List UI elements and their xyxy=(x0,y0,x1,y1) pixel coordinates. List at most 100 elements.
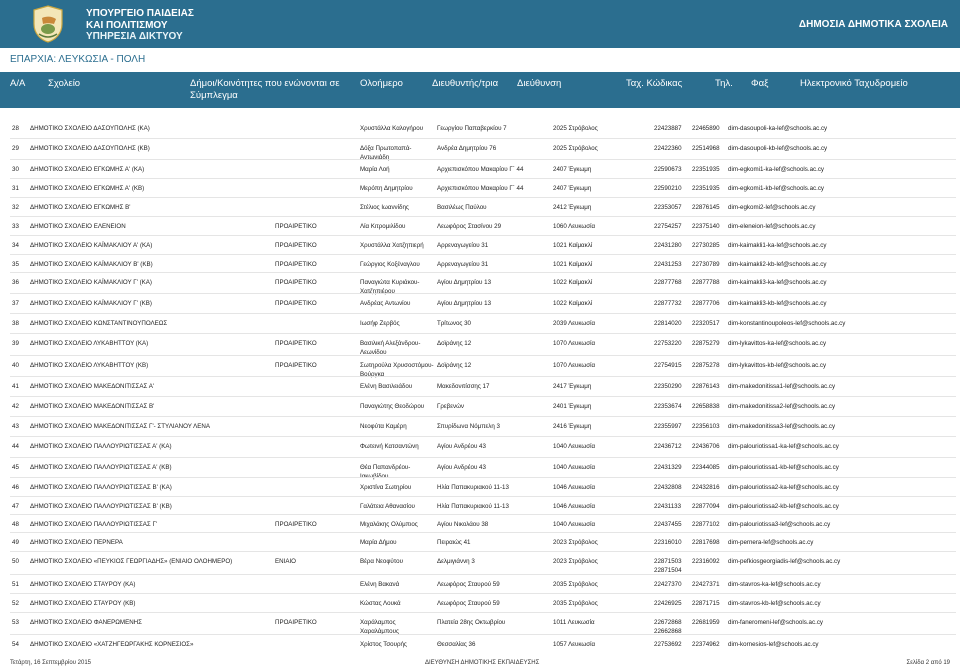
cell-principal: Γαλάτεια Αθανασίου xyxy=(360,503,415,510)
cell-school: ΔΗΜΟΤΙΚΟ ΣΧΟΛΕΙΟ ΚΑΪΜΑΚΛΙΟΥ Α' (ΚΑ) xyxy=(30,242,153,249)
cell-aa: 39 xyxy=(12,340,19,347)
cell-email[interactable]: dim-faneromeni-lef@schools.ac.cy xyxy=(728,618,823,627)
cell-aa: 48 xyxy=(12,521,19,528)
cell-phone: 22422360 xyxy=(654,145,682,152)
cell-email[interactable]: dim-kaimakli3-kb-lef@schools.ac.cy xyxy=(728,299,826,308)
cell-address: Αρρεναγωγείου 31 xyxy=(437,261,489,268)
cell-fax: 22877094 xyxy=(692,503,720,510)
cell-principal: Νεοφύτα Καμέρη xyxy=(360,423,407,430)
cell-full-day: ΠΡΟΑΙΡΕΤΙΚΟ xyxy=(275,223,317,230)
cell-email[interactable]: dim-kaimakli3-ka-lef@schools.ac.cy xyxy=(728,278,826,287)
cell-address: Αγίου Δημητρίου 13 xyxy=(437,300,492,307)
row-divider xyxy=(10,293,956,294)
cell-email[interactable]: dim-pernera-lef@schools.ac.cy xyxy=(728,538,813,547)
cell-address: Γεωργίου Παπαβερκίου 7 xyxy=(437,125,507,132)
cell-fax: 22730285 xyxy=(692,242,720,249)
service-name: ΥΠΗΡΕΣΙΑ ΔΙΚΤΥΟΥ xyxy=(86,31,183,42)
cell-school: ΔΗΜΟΤΙΚΟ ΣΧΟΛΕΙΟ ΠΑΛΛΟΥΡΙΩΤΙΣΣΑΣ Β' (ΚΑ) xyxy=(30,484,172,491)
cell-postcode: 1040 Λευκωσία xyxy=(553,443,596,450)
cell-school: ΔΗΜΟΤΙΚΟ ΣΧΟΛΕΙΟ ΠΑΛΛΟΥΡΙΩΤΙΣΣΑΣ Β' (ΚΒ) xyxy=(30,503,172,510)
cell-phone: 22431253 xyxy=(654,261,682,268)
cell-aa: 45 xyxy=(12,464,19,471)
cell-address: Τρίτωνος 30 xyxy=(437,320,471,327)
cell-fax: 22877706 xyxy=(692,300,720,307)
cell-principal: Φωτεινή Κατσαντώνη xyxy=(360,443,419,450)
cell-email[interactable]: dim-makedonitissa3-lef@schools.ac.cy xyxy=(728,422,835,431)
cell-fax: 22432816 xyxy=(692,484,720,491)
row-divider xyxy=(10,496,956,497)
cell-phone: 22426925 xyxy=(654,600,682,607)
cell-phone: 22436712 xyxy=(654,443,682,450)
cell-school: ΔΗΜΟΤΙΚΟ ΣΧΟΛΕΙΟ ΛΥΚΑΒΗΤΤΟΥ (ΚΒ) xyxy=(30,362,149,369)
cell-phone: 22432808 xyxy=(654,484,682,491)
cell-fax: 22351935 xyxy=(692,185,720,192)
page-header: ΥΠΟΥΡΓΕΙΟ ΠΑΙΔΕΙΑΣ ΚΑΙ ΠΟΛΙΤΙΣΜΟΥ ΥΠΗΡΕΣ… xyxy=(0,0,960,48)
ministry-line-1: ΥΠΟΥΡΓΕΙΟ ΠΑΙΔΕΙΑΣ xyxy=(86,8,194,19)
cell-email[interactable]: dim-palouriotissa2-ka-lef@schools.ac.cy xyxy=(728,483,839,492)
cell-fax: 22374962 xyxy=(692,641,720,648)
cell-address: Δοϊράνης 12 xyxy=(437,362,472,369)
cell-fax: 22436706 xyxy=(692,443,720,450)
cell-school: ΔΗΜΟΤΙΚΟ ΣΧΟΛΕΙΟ ΕΓΚΩΜΗΣ Α' (ΚΑ) xyxy=(30,166,145,173)
cell-email[interactable]: dim-dasoupoli-ka-lef@schools.ac.cy xyxy=(728,124,827,133)
cell-aa: 36 xyxy=(12,279,19,286)
cell-fax: 22871715 xyxy=(692,600,720,607)
cell-email[interactable]: dim-egkomi2-lef@schools.ac.cy xyxy=(728,203,815,212)
cell-school: ΔΗΜΟΤΙΚΟ ΣΧΟΛΕΙΟ ΠΕΡΝΕΡΑ xyxy=(30,539,123,546)
col-school: Σχολείο xyxy=(48,78,81,89)
column-header-row: Α/Α Σχολείο Δήμοι/Κοινότητες που ενώνοντ… xyxy=(0,72,960,108)
document-title: ΔΗΜΟΣΙΑ ΔΗΜΟΤΙΚΑ ΣΧΟΛΕΙΑ xyxy=(798,19,948,30)
cell-fax: 22320517 xyxy=(692,320,720,327)
cell-postcode: 2023 Στρόβολος xyxy=(553,558,598,565)
cell-aa: 52 xyxy=(12,600,19,607)
cell-email[interactable]: dim-stavros-kb-lef@schools.ac.cy xyxy=(728,599,821,608)
cell-email[interactable]: dim-konstantinoupoleos-lef@schools.ac.cy xyxy=(728,319,845,328)
cell-email[interactable]: dim-eleneion-lef@schools.ac.cy xyxy=(728,222,815,231)
cell-aa: 49 xyxy=(12,539,19,546)
cell-phone: 22316010 xyxy=(654,539,682,546)
cell-school: ΔΗΜΟΤΙΚΟ ΣΧΟΛΕΙΟ ΜΑΚΕΔΟΝΙΤΙΣΣΑΣ Γ'- ΣΤΥΛ… xyxy=(30,423,211,430)
cell-school: ΔΗΜΟΤΙΚΟ ΣΧΟΛΕΙΟ ΜΑΚΕΔΟΝΙΤΙΣΣΑΣ Α' xyxy=(30,383,155,390)
cell-principal: Κώστας Λουκά xyxy=(360,600,401,607)
row-divider xyxy=(10,197,956,198)
cell-address: Βασιλέως Παύλου xyxy=(437,204,487,211)
cell-postcode: 1021 Καϊμακλί xyxy=(553,242,593,249)
cell-principal: Θέα Παπανδρέου-Ιακωβίδου xyxy=(360,464,411,480)
cell-fax: 22514968 xyxy=(692,145,720,152)
cell-postcode: 1070 Λευκωσία xyxy=(553,362,596,369)
cell-email[interactable]: dim-stavros-ka-lef@schools.ac.cy xyxy=(728,580,821,589)
cell-address: Λεωφόρος Στασίνου 29 xyxy=(437,223,502,230)
cell-fax: 22877788 xyxy=(692,279,720,286)
cell-email[interactable]: dim-palouriotissa1-ka-lef@schools.ac.cy xyxy=(728,442,839,451)
cell-email[interactable]: dim-kornesios-lef@schools.ac.cy xyxy=(728,640,819,649)
cell-email[interactable]: dim-kaimakli2-kb-lef@schools.ac.cy xyxy=(728,260,826,269)
cell-phone: 22590210 xyxy=(654,185,682,192)
cell-email[interactable]: dim-palouriotissa1-kb-lef@schools.ac.cy xyxy=(728,463,839,472)
cell-fax: 22876145 xyxy=(692,204,720,211)
cell-email[interactable]: dim-lykavittos-kb-lef@schools.ac.cy xyxy=(728,361,826,370)
cell-email[interactable]: dim-makedonitissa2-lef@schools.ac.cy xyxy=(728,402,835,411)
footer-date: Τετάρτη, 16 Σεπτεμβρίου 2015 xyxy=(10,660,91,666)
cell-fax: 22730789 xyxy=(692,261,720,268)
cell-email[interactable]: dim-makedonitissa1-lef@schools.ac.cy xyxy=(728,382,835,391)
cell-fax: 22875278 xyxy=(692,362,720,369)
cell-email[interactable]: dim-pefkiosgeorgiadis-lef@schools.ac.cy xyxy=(728,557,840,566)
cell-postcode: 2417 Έγκωμη xyxy=(553,383,592,390)
cell-email[interactable]: dim-dasoupoli-kb-lef@schools.ac.cy xyxy=(728,144,827,153)
cell-email[interactable]: dim-egkomi1-ka-lef@schools.ac.cy xyxy=(728,165,824,174)
cell-postcode: 1046 Λευκωσία xyxy=(553,503,596,510)
cell-email[interactable]: dim-palouriotissa2-kb-lef@schools.ac.cy xyxy=(728,502,839,511)
cell-postcode: 2023 Στρόβολος xyxy=(553,539,598,546)
cell-email[interactable]: dim-lykavittos-ka-lef@schools.ac.cy xyxy=(728,339,826,348)
cell-email[interactable]: dim-egkomi1-kb-lef@schools.ac.cy xyxy=(728,184,824,193)
cell-full-day: ΠΡΟΑΙΡΕΤΙΚΟ xyxy=(275,619,317,626)
cell-address: Αγίου Ανδρέου 43 xyxy=(437,443,486,450)
cell-phone: 22431280 xyxy=(654,242,682,249)
cell-fax: 22427371 xyxy=(692,581,720,588)
cell-email[interactable]: dim-palouriotissa3-lef@schools.ac.cy xyxy=(728,520,830,529)
cell-postcode: 2412 Έγκωμη xyxy=(553,204,592,211)
row-divider xyxy=(10,159,956,160)
cell-email[interactable]: dim-kaimakli1-ka-lef@schools.ac.cy xyxy=(728,241,826,250)
cell-postcode: 1060 Λευκωσία xyxy=(553,223,596,230)
cell-school: ΔΗΜΟΤΙΚΟ ΣΧΟΛΕΙΟ «ΧΑΤΖΗΓΕΩΡΓΑΚΗΣ ΚΟΡΝΕΣΙ… xyxy=(30,641,194,648)
